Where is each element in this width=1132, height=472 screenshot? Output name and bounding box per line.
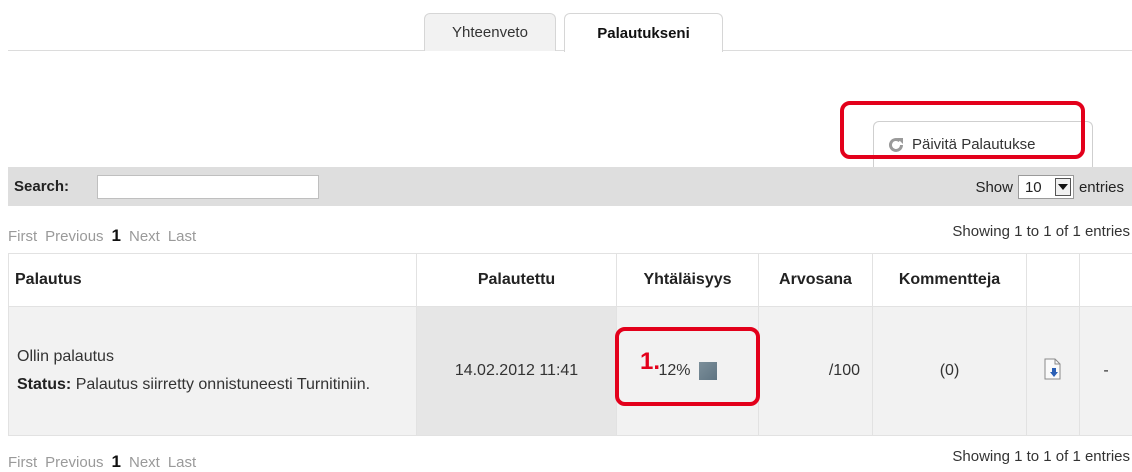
entries-label: entries	[1079, 179, 1124, 196]
delete-cell: -	[1080, 307, 1132, 436]
pagination-last[interactable]: Last	[168, 228, 196, 245]
pagination-previous[interactable]: Previous	[45, 454, 103, 471]
column-header-palautettu[interactable]: Palautettu	[417, 254, 617, 307]
pagination-first[interactable]: First	[8, 228, 37, 245]
pagination-current-page[interactable]: 1	[112, 226, 121, 246]
column-header-yhtalaisyys[interactable]: Yhtäläisyys	[617, 254, 759, 307]
status-text: Palautus siirretty onnistuneesti Turniti…	[76, 376, 370, 393]
pagination-current-page[interactable]: 1	[112, 452, 121, 472]
pagination-last[interactable]: Last	[168, 454, 196, 471]
tab-yhteenveto[interactable]: Yhteenveto	[424, 13, 556, 51]
grade-cell[interactable]: /100	[759, 307, 873, 436]
submissions-table: Palautus Palautettu Yhtäläisyys Arvosana…	[8, 253, 1132, 436]
submitted-date: 14.02.2012 11:41	[417, 307, 617, 436]
table-header-row: Palautus Palautettu Yhtäläisyys Arvosana…	[9, 254, 1132, 307]
status-label: Status:	[17, 376, 71, 393]
tab-palautukseni[interactable]: Palautukseni	[564, 13, 723, 52]
column-header-arvosana[interactable]: Arvosana	[759, 254, 873, 307]
pagination-previous[interactable]: Previous	[45, 228, 103, 245]
column-header-palautus[interactable]: Palautus	[9, 254, 417, 307]
table-row: Ollin palautus Status: Palautus siirrett…	[9, 307, 1132, 436]
pagination-next[interactable]: Next	[129, 228, 160, 245]
submission-cell: Ollin palautus Status: Palautus siirrett…	[9, 307, 417, 436]
table-info-bottom: Showing 1 to 1 of 1 entries	[952, 448, 1130, 465]
table-toolbar: Search: Show 10 entries	[8, 167, 1132, 206]
pagination-next[interactable]: Next	[129, 454, 160, 471]
highlight-similarity	[615, 327, 760, 406]
entries-length-menu: Show 10 entries	[975, 175, 1124, 199]
show-label: Show	[975, 179, 1013, 196]
submission-title: Ollin palautus	[17, 343, 410, 371]
entries-select-value: 10	[1019, 179, 1055, 196]
comments-cell[interactable]: (0)	[873, 307, 1027, 436]
callout-number: 1.	[640, 350, 660, 374]
download-document-icon[interactable]	[1043, 358, 1063, 380]
pagination-bottom: First Previous 1 Next Last	[8, 452, 196, 472]
pagination-top: First Previous 1 Next Last	[8, 226, 196, 246]
pagination-first[interactable]: First	[8, 454, 37, 471]
search-label: Search:	[14, 178, 69, 195]
highlight-refresh-button	[840, 101, 1085, 159]
search-input[interactable]	[97, 175, 319, 199]
table-info-top: Showing 1 to 1 of 1 entries	[952, 223, 1130, 240]
submission-status: Status: Palautus siirretty onnistuneesti…	[17, 371, 410, 399]
column-header-kommentteja[interactable]: Kommentteja	[873, 254, 1027, 307]
download-cell	[1027, 307, 1080, 436]
column-header-download	[1027, 254, 1080, 307]
column-header-delete	[1080, 254, 1132, 307]
chevron-down-icon	[1055, 178, 1071, 196]
entries-select[interactable]: 10	[1018, 175, 1074, 199]
